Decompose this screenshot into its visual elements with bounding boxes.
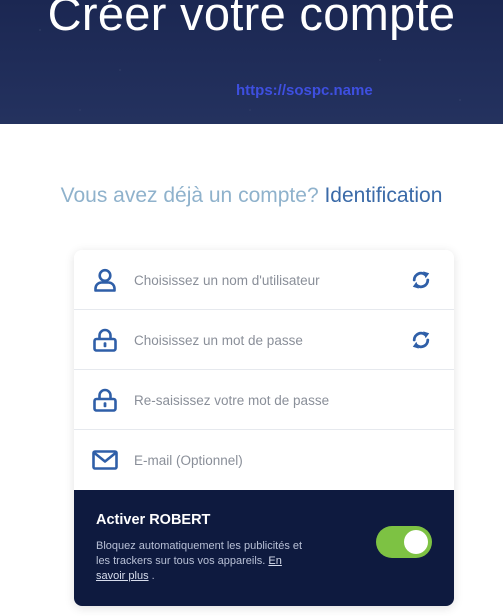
login-prompt: Vous avez déjà un compte? Identification	[0, 184, 503, 208]
email-input[interactable]	[134, 448, 404, 472]
refresh-username-icon[interactable]	[410, 269, 432, 291]
header-banner: Créer votre compte https://sospc.name	[0, 0, 503, 124]
toggle-knob	[404, 530, 428, 554]
watermark-url: https://sospc.name	[236, 82, 373, 99]
password-confirm-input[interactable]	[134, 388, 404, 412]
refresh-password-icon[interactable]	[410, 329, 432, 351]
username-input[interactable]	[134, 268, 404, 292]
password-confirm-row	[74, 370, 454, 430]
login-link[interactable]: Identification	[324, 184, 442, 207]
lock-icon	[91, 328, 119, 352]
password-row	[74, 310, 454, 370]
robert-description-end: .	[151, 570, 155, 582]
username-row	[74, 250, 454, 310]
login-question: Vous avez déjà un compte?	[60, 184, 319, 207]
robert-toggle[interactable]	[376, 526, 432, 558]
robert-title: Activer ROBERT	[96, 512, 211, 528]
mail-icon	[91, 448, 119, 472]
user-icon	[91, 268, 119, 292]
password-input[interactable]	[134, 328, 404, 352]
email-row	[74, 430, 454, 490]
robert-description: Bloquez automatiquement les publicités e…	[96, 539, 306, 584]
page-title: Créer votre compte	[47, 0, 456, 40]
lock-icon	[91, 388, 119, 412]
